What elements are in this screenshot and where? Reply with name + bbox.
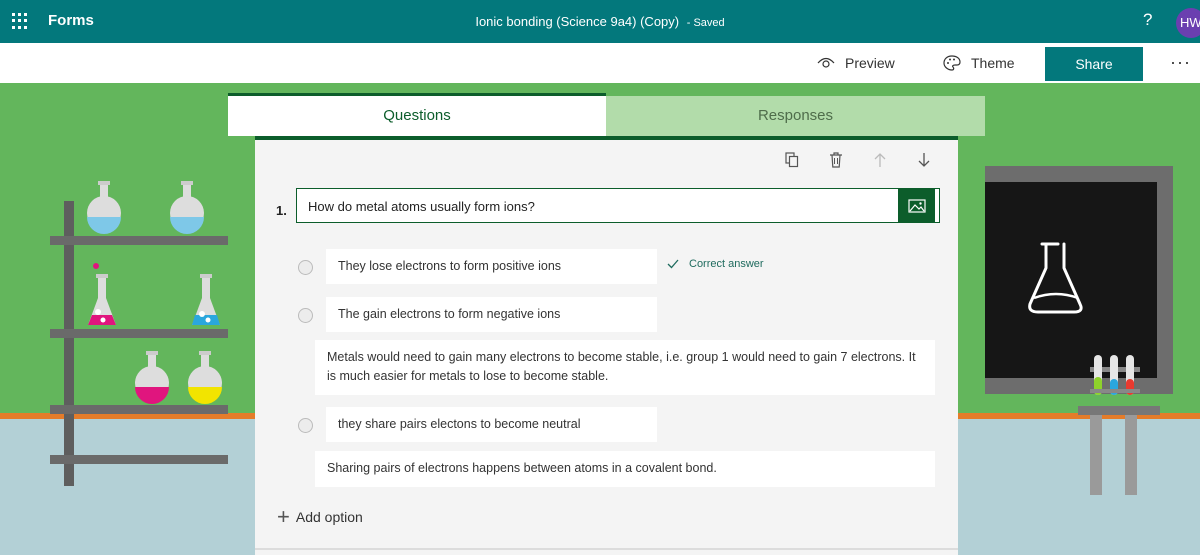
help-button[interactable]: ?	[1143, 10, 1152, 30]
add-option-button[interactable]: + Add option	[277, 504, 363, 529]
card-divider	[255, 548, 958, 550]
option-3-radio[interactable]	[298, 418, 313, 433]
form-tabs: Questions Responses	[228, 93, 985, 136]
shelf	[50, 455, 228, 464]
test-tubes-illustration	[1090, 355, 1140, 395]
form-title-bar: Ionic bonding (Science 9a4) (Copy) - Sav…	[0, 14, 1200, 29]
plus-icon: +	[277, 504, 290, 529]
app-header: Forms Ionic bonding (Science 9a4) (Copy)…	[0, 0, 1200, 43]
move-down-icon[interactable]	[917, 152, 931, 168]
table-leg	[1125, 415, 1137, 495]
share-button[interactable]: Share	[1045, 47, 1143, 81]
correct-answer-label: Correct answer	[689, 258, 764, 270]
preview-label: Preview	[845, 55, 895, 71]
tab-questions[interactable]: Questions	[228, 93, 606, 136]
theme-label: Theme	[971, 55, 1015, 71]
question-title-text: How do metal atoms usually form ions?	[308, 199, 535, 214]
option-2-feedback[interactable]: Metals would need to gain many electrons…	[315, 340, 935, 395]
option-1-input[interactable]: They lose electrons to form positive ion…	[326, 249, 657, 284]
option-3-feedback[interactable]: Sharing pairs of electrons happens betwe…	[315, 451, 935, 487]
option-2-radio[interactable]	[298, 308, 313, 323]
chalk-flask-drawing	[1028, 242, 1083, 314]
option-3-input[interactable]: they share pairs electons to become neut…	[326, 407, 657, 442]
theme-button[interactable]: Theme	[943, 55, 1015, 71]
question-card[interactable]: 1. How do metal atoms usually form ions?…	[255, 136, 958, 555]
tab-responses[interactable]: Responses	[606, 96, 985, 136]
question-number: 1.	[276, 203, 287, 218]
command-bar: Preview Theme Share ···	[0, 43, 1200, 83]
option-1-radio[interactable]	[298, 260, 313, 275]
question-title-input[interactable]: How do metal atoms usually form ions?	[296, 188, 940, 223]
eye-icon	[817, 57, 835, 68]
save-status: - Saved	[686, 17, 725, 29]
option-2-input[interactable]: The gain electrons to form negative ions	[326, 297, 657, 332]
move-up-icon[interactable]	[873, 152, 887, 168]
preview-button[interactable]: Preview	[817, 55, 895, 71]
delete-icon[interactable]	[829, 152, 843, 168]
table-leg	[1090, 415, 1102, 495]
copy-icon[interactable]	[785, 152, 799, 168]
more-options-button[interactable]: ···	[1170, 52, 1191, 73]
checkmark-icon	[667, 259, 679, 269]
insert-media-button[interactable]	[898, 188, 935, 223]
form-title: Ionic bonding (Science 9a4) (Copy)	[475, 14, 680, 29]
palette-icon	[943, 55, 961, 71]
flasks-illustration	[87, 181, 222, 404]
lab-table	[1078, 406, 1160, 415]
correct-answer-toggle[interactable]: Correct answer	[667, 258, 764, 270]
image-icon	[907, 198, 926, 213]
add-option-label: Add option	[295, 509, 363, 525]
user-avatar[interactable]: HW	[1176, 8, 1200, 38]
